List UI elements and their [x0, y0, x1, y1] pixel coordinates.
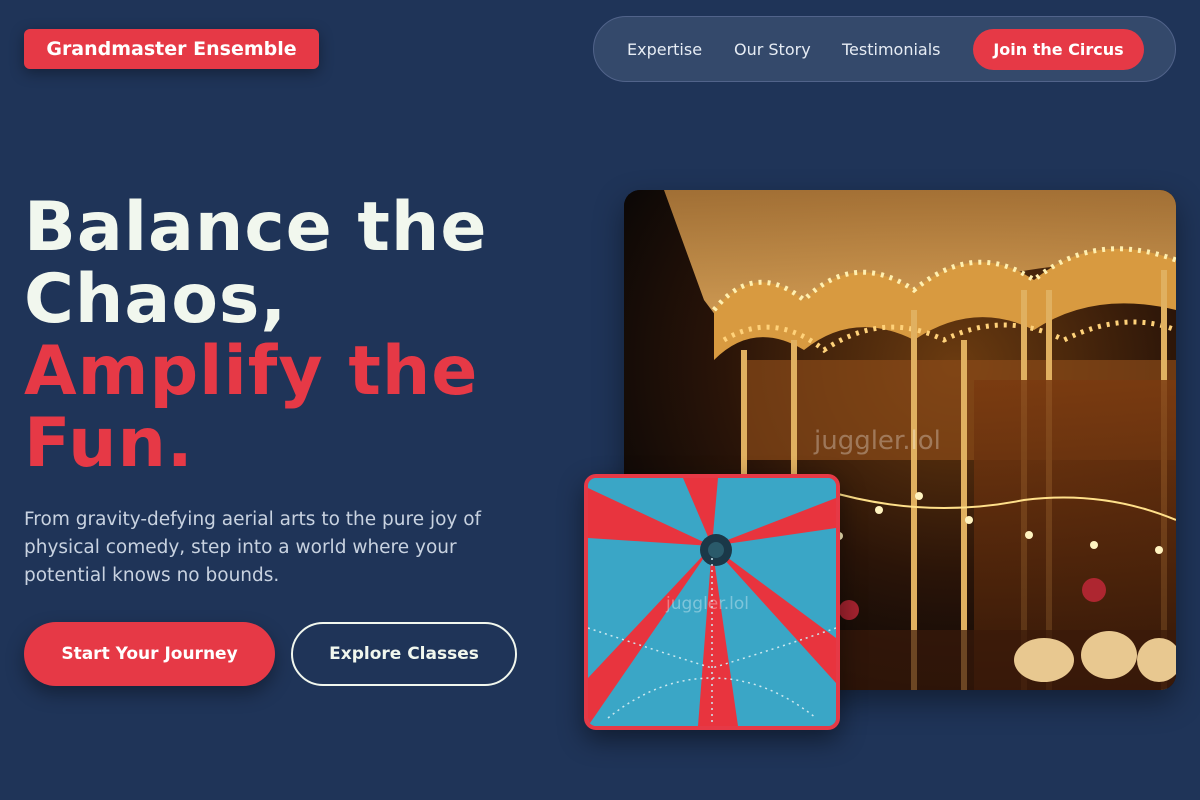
headline-line-3: Amplify the — [24, 332, 479, 411]
headline-line-2: Chaos, — [24, 260, 288, 339]
circus-tent-photo: juggler.lol — [584, 474, 840, 730]
main-nav: Expertise Our Story Testimonials Join th… — [593, 16, 1176, 82]
join-circus-button[interactable]: Join the Circus — [973, 29, 1144, 70]
headline-line-4: Fun. — [24, 404, 194, 483]
nav-link-expertise[interactable]: Expertise — [627, 17, 702, 81]
start-journey-button[interactable]: Start Your Journey — [24, 622, 275, 686]
brand-logo[interactable]: Grandmaster Ensemble — [24, 29, 319, 69]
explore-classes-button[interactable]: Explore Classes — [291, 622, 517, 686]
hero-subtext: From gravity-defying aerial arts to the … — [24, 509, 482, 586]
headline-line-1: Balance the — [24, 188, 488, 267]
nav-link-testimonials[interactable]: Testimonials — [842, 17, 941, 81]
main-photo-watermark: juggler.lol — [814, 426, 941, 456]
nav-link-our-story[interactable]: Our Story — [734, 17, 811, 81]
small-photo-watermark: juggler.lol — [666, 594, 749, 614]
hero-headline: Balance the Chaos, Amplify the Fun. — [24, 192, 584, 480]
